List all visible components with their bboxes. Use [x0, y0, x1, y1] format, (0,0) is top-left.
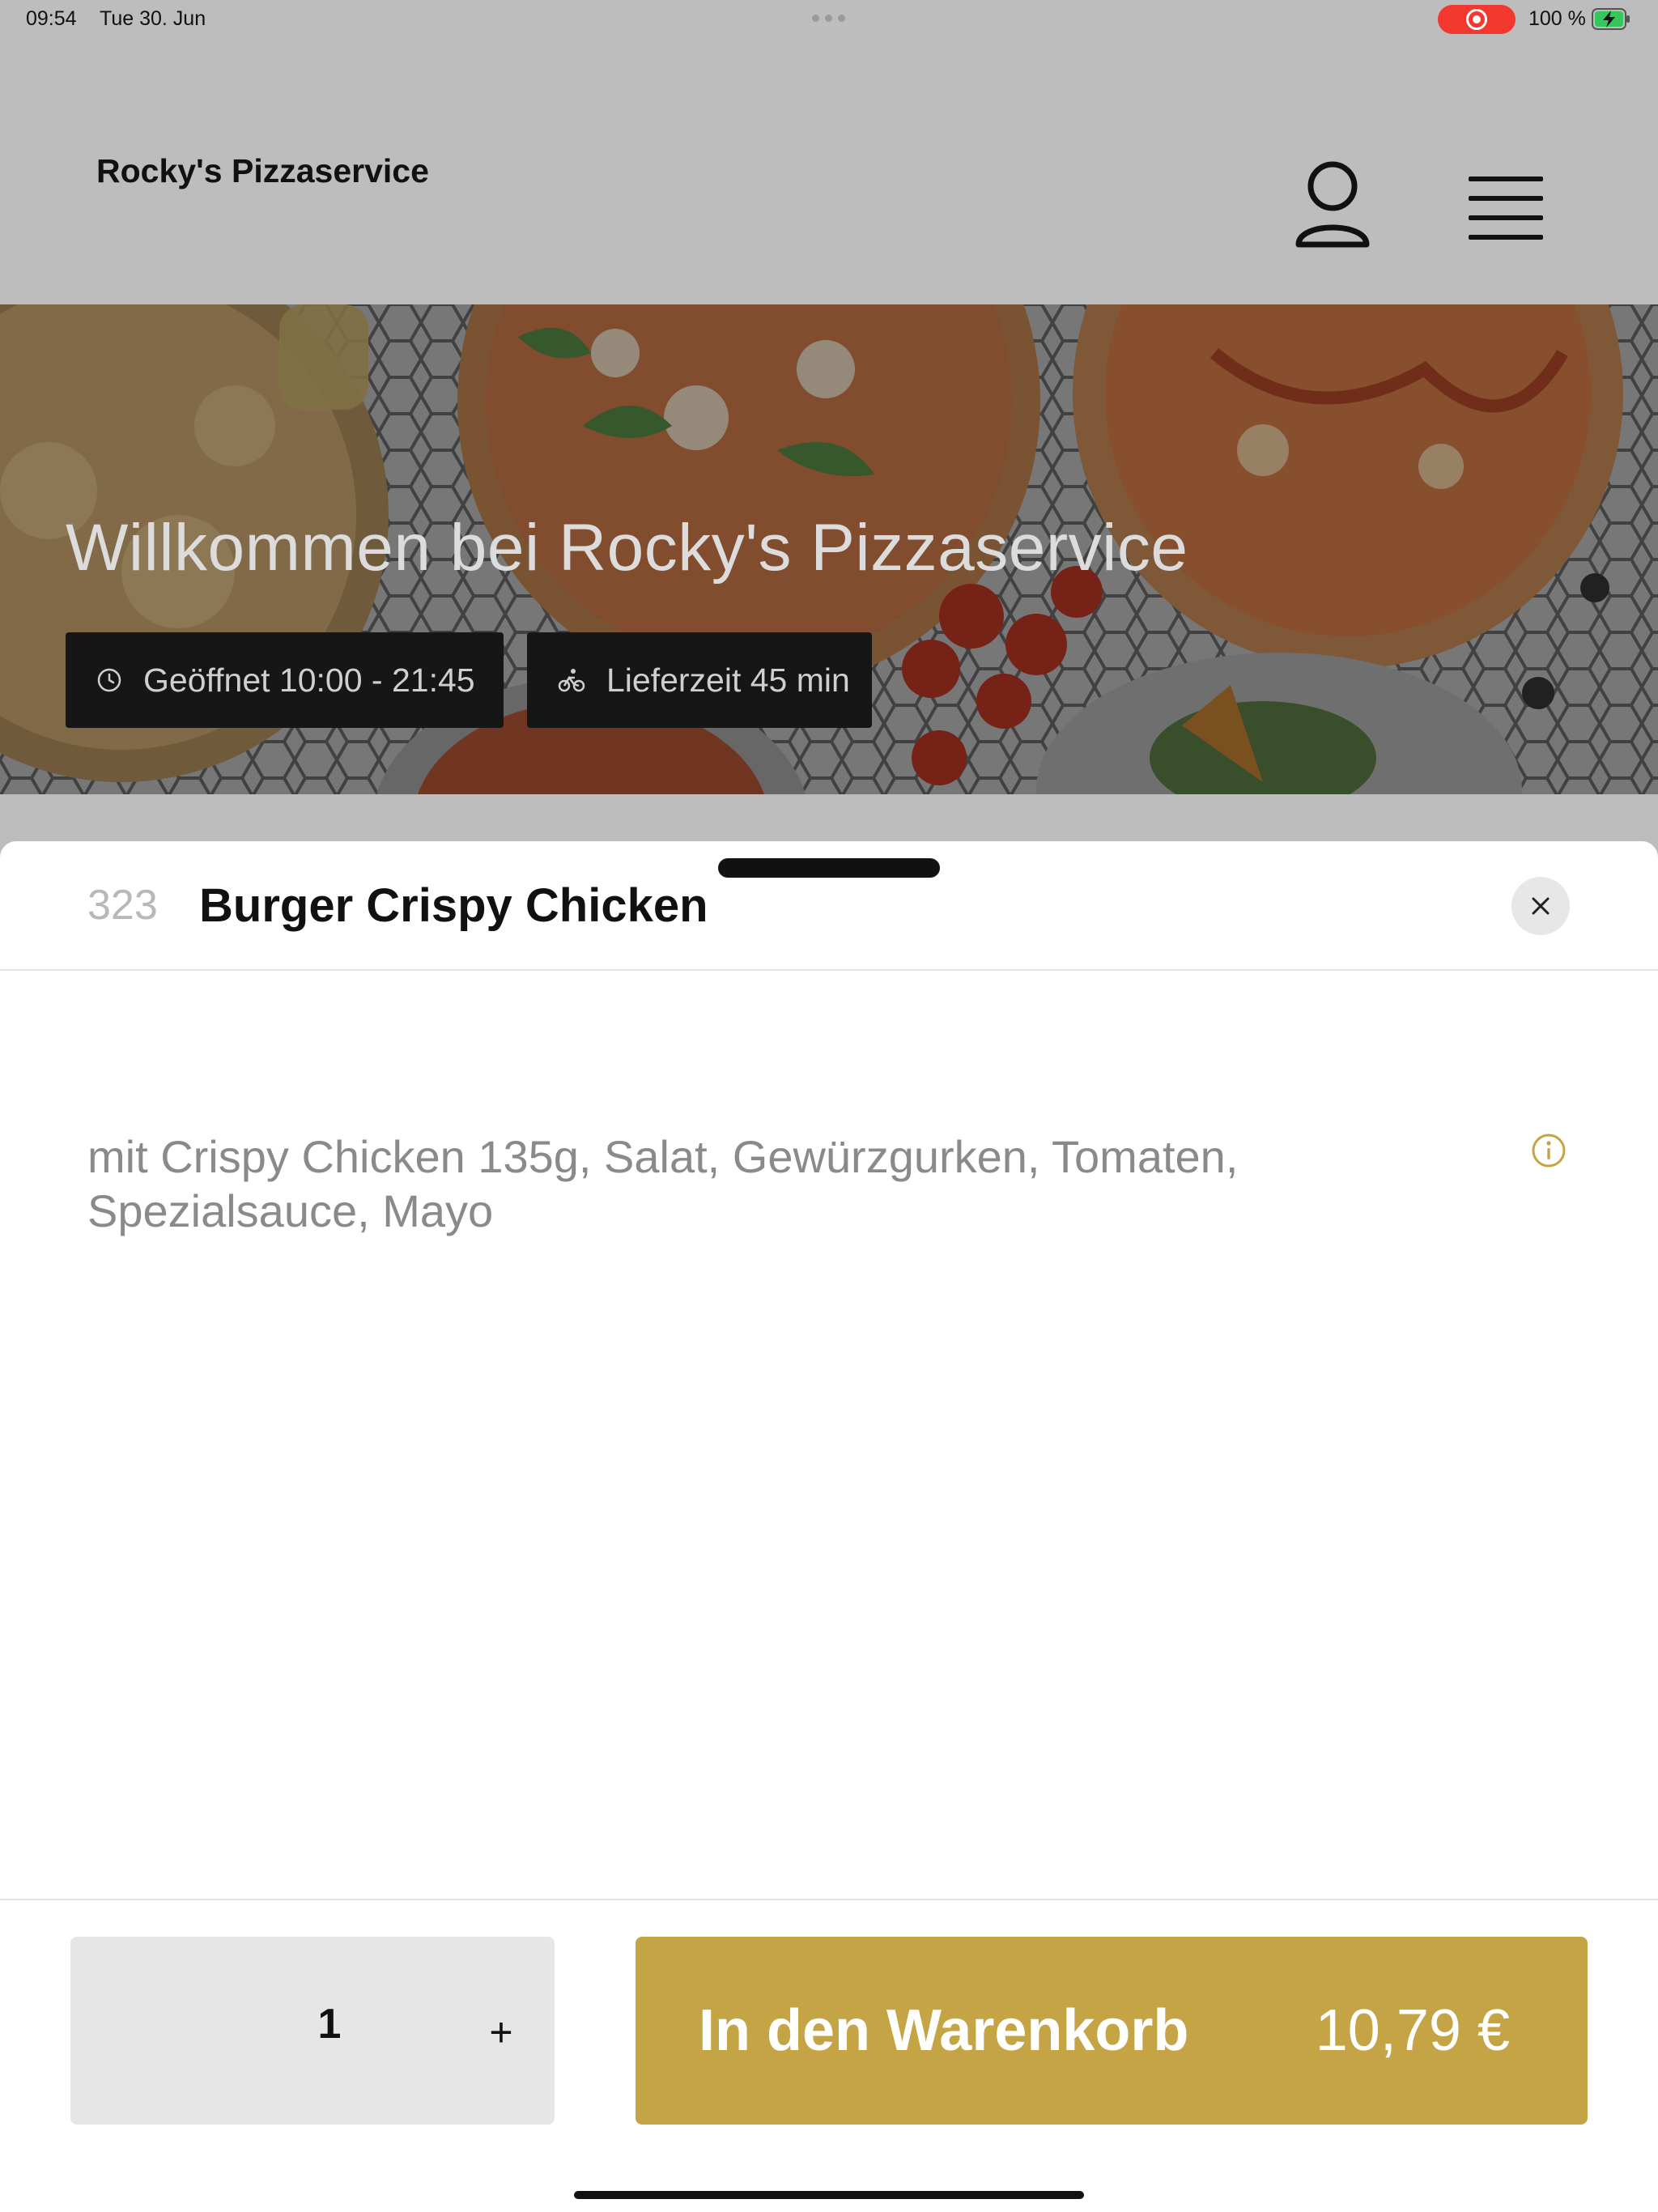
close-button[interactable] — [1511, 877, 1570, 935]
opening-hours-text: Geöffnet 10:00 - 21:45 — [143, 661, 475, 699]
multitasking-dots-icon[interactable] — [812, 15, 845, 22]
quantity-increment-button[interactable]: + — [461, 2008, 542, 2057]
hero-banner: Willkommen bei Rocky's Pizzaservice Geöf… — [0, 304, 1658, 794]
product-name: Burger Crispy Chicken — [199, 879, 708, 932]
user-icon[interactable] — [1292, 159, 1373, 256]
status-bar: 09:54 Tue 30. Jun 100 % — [0, 0, 1658, 39]
brand-title[interactable]: Rocky's Pizzaservice — [96, 152, 429, 190]
app-screen: 09:54 Tue 30. Jun 100 % Rocky's Pizzaser… — [0, 0, 1658, 2212]
sheet-header: 323 Burger Crispy Chicken — [0, 841, 1658, 971]
order-footer: 1 + In den Warenkorb 10,79 € — [0, 1899, 1658, 2212]
content-divider-band — [0, 794, 1658, 841]
battery-charging-icon — [1592, 8, 1630, 30]
add-to-cart-button[interactable]: In den Warenkorb 10,79 € — [636, 1937, 1588, 2125]
app-header: Rocky's Pizzaservice — [0, 39, 1658, 304]
delivery-time-badge: Lieferzeit 45 min — [527, 632, 872, 728]
home-indicator[interactable] — [574, 2191, 1084, 2199]
battery-percentage: 100 % — [1528, 7, 1586, 30]
bicycle-icon — [558, 669, 585, 692]
close-icon — [1532, 897, 1550, 915]
product-detail-sheet: 323 Burger Crispy Chicken mit Crispy Chi… — [0, 841, 1658, 2212]
add-to-cart-label: In den Warenkorb — [699, 1998, 1189, 2063]
status-date: Tue 30. Jun — [100, 7, 206, 30]
product-number: 323 — [87, 882, 158, 929]
menu-icon[interactable] — [1465, 173, 1546, 245]
delivery-time-text: Lieferzeit 45 min — [606, 661, 850, 699]
opening-hours-badge: Geöffnet 10:00 - 21:45 — [66, 632, 504, 728]
product-description: mit Crispy Chicken 135g, Salat, Gewürzgu… — [87, 1131, 1239, 1236]
add-to-cart-price: 10,79 € — [1315, 1998, 1510, 2063]
welcome-heading: Willkommen bei Rocky's Pizzaservice — [66, 511, 1188, 585]
status-time: 09:54 — [26, 7, 77, 30]
quantity-value: 1 — [317, 2001, 342, 2048]
quantity-stepper: 1 + — [70, 1937, 555, 2125]
info-icon[interactable] — [1531, 1133, 1567, 1168]
screen-recording-icon[interactable] — [1438, 5, 1516, 34]
clock-icon — [97, 668, 121, 692]
